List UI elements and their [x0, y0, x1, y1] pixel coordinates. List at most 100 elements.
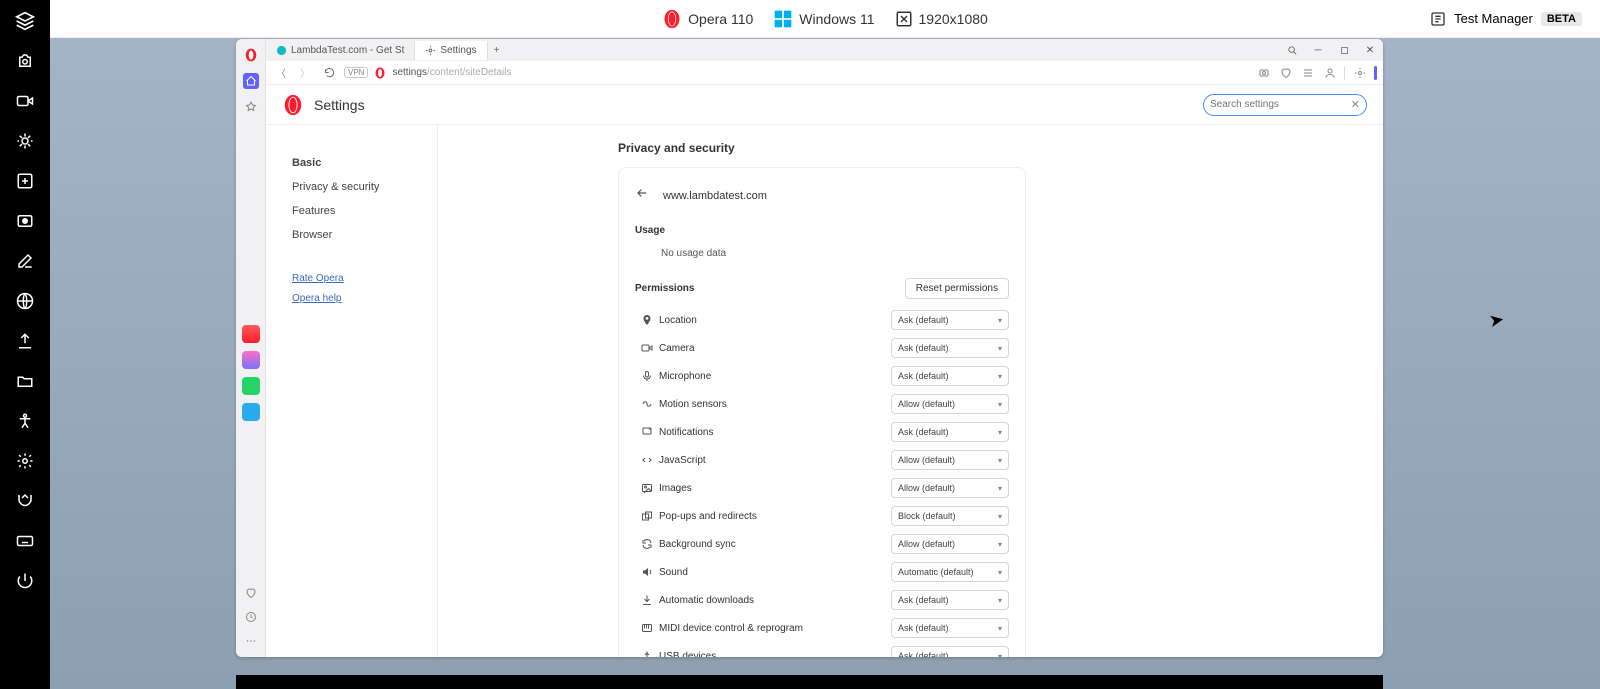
browser-label: Opera 110 — [688, 11, 753, 27]
minimize-button[interactable]: ─ — [1308, 42, 1328, 58]
os-label: Windows 11 — [799, 11, 874, 27]
switch-icon[interactable] — [14, 490, 36, 512]
nav-basic[interactable]: Basic — [292, 151, 423, 175]
usage-header: Usage — [635, 225, 1009, 236]
bookmarks-icon[interactable] — [243, 99, 259, 115]
permission-select[interactable]: Allow (default) — [891, 394, 1009, 414]
tab-settings[interactable]: Settings — [415, 41, 487, 60]
opera-logo-icon — [282, 94, 304, 116]
nav-features[interactable]: Features — [292, 199, 423, 223]
addressbar: 〈 〉 VPN settings/content/siteDetails — [266, 61, 1383, 85]
permission-label: Images — [659, 483, 891, 494]
compose-icon[interactable] — [14, 250, 36, 272]
images-icon — [635, 482, 659, 494]
usb-icon — [635, 650, 659, 657]
accessibility-icon[interactable] — [14, 410, 36, 432]
zoom-icon[interactable] — [14, 170, 36, 192]
easy-setup-icon[interactable] — [1352, 65, 1367, 80]
camera-icon — [635, 342, 659, 354]
nav-browser[interactable]: Browser — [292, 223, 423, 247]
rail-app-aria-icon[interactable] — [242, 325, 260, 343]
permission-select[interactable]: Allow (default) — [891, 534, 1009, 554]
search-tabs-icon[interactable] — [1282, 42, 1302, 58]
permission-row: Background syncAllow (default) — [635, 530, 1009, 558]
video-icon[interactable] — [14, 90, 36, 112]
maximize-button[interactable] — [1334, 42, 1354, 58]
permission-row: SoundAutomatic (default) — [635, 558, 1009, 586]
cursor-icon: ➤ — [1487, 309, 1506, 332]
permission-select[interactable]: Allow (default) — [891, 478, 1009, 498]
reload-icon[interactable] — [320, 64, 338, 82]
settings-content[interactable]: Privacy and security www.lambdatest.com … — [438, 125, 1383, 657]
permission-select[interactable]: Ask (default) — [891, 366, 1009, 386]
gear-icon[interactable] — [14, 450, 36, 472]
rail-app-whatsapp-icon[interactable] — [242, 377, 260, 395]
camera-icon[interactable] — [14, 50, 36, 72]
heart-outline-icon[interactable] — [1278, 65, 1293, 80]
permission-select[interactable]: Ask (default) — [891, 422, 1009, 442]
permission-row: LocationAsk (default) — [635, 306, 1009, 334]
permission-row: MIDI device control & reprogramAsk (defa… — [635, 614, 1009, 642]
env-topbar: Opera 110 Windows 11 1920x1080 Test Mana… — [50, 0, 1600, 38]
sync-icon — [635, 538, 659, 550]
rail-app-messenger-icon[interactable] — [242, 351, 260, 369]
reset-permissions-button[interactable]: Reset permissions — [905, 278, 1009, 299]
os-badge: Windows 11 — [773, 9, 874, 29]
speed-dial-icon[interactable] — [243, 73, 259, 89]
screenshot-icon[interactable] — [1256, 65, 1271, 80]
notif-icon — [635, 426, 659, 438]
permission-row: CameraAsk (default) — [635, 334, 1009, 362]
permission-select[interactable]: Ask (default) — [891, 310, 1009, 330]
url-display[interactable]: settings/content/siteDetails — [392, 67, 1250, 78]
permission-select[interactable]: Block (default) — [891, 506, 1009, 526]
usage-empty-text: No usage data — [635, 242, 1009, 277]
permission-label: Automatic downloads — [659, 595, 891, 606]
test-manager-label[interactable]: Test Manager — [1454, 11, 1533, 26]
permission-label: JavaScript — [659, 455, 891, 466]
permission-select[interactable]: Ask (default) — [891, 646, 1009, 657]
windows-taskbar[interactable] — [236, 675, 1383, 689]
permission-label: Pop-ups and redirects — [659, 511, 891, 522]
permission-row: NotificationsAsk (default) — [635, 418, 1009, 446]
heart-icon[interactable] — [243, 585, 259, 601]
clear-icon[interactable]: ✕ — [1351, 98, 1360, 111]
opera-help-link[interactable]: Opera help — [292, 293, 423, 304]
rail-app-telegram-icon[interactable] — [242, 403, 260, 421]
keyboard-icon[interactable] — [14, 530, 36, 552]
upload-icon[interactable] — [14, 330, 36, 352]
close-button[interactable]: ✕ — [1360, 42, 1380, 58]
permission-select[interactable]: Ask (default) — [891, 590, 1009, 610]
lambda-logo-icon[interactable] — [14, 10, 36, 32]
network-icon[interactable] — [14, 290, 36, 312]
beta-badge: BETA — [1541, 12, 1582, 26]
menu-lines-icon[interactable] — [1300, 65, 1315, 80]
more-icon[interactable] — [243, 633, 259, 649]
nav-privacy[interactable]: Privacy & security — [292, 175, 423, 199]
profile-icon[interactable] — [1322, 65, 1337, 80]
search-input[interactable] — [1210, 99, 1351, 110]
permission-row: Automatic downloadsAsk (default) — [635, 586, 1009, 614]
permission-select[interactable]: Ask (default) — [891, 618, 1009, 638]
tabstrip: LambdaTest.com - Get St Settings + ─ ✕ — [266, 39, 1383, 61]
folder-icon[interactable] — [14, 370, 36, 392]
rate-opera-link[interactable]: Rate Opera — [292, 273, 423, 284]
js-icon — [635, 454, 659, 466]
power-icon[interactable] — [14, 570, 36, 592]
nav-forward-icon[interactable]: 〉 — [296, 64, 314, 82]
lambda-sidebar — [0, 0, 50, 689]
new-tab-button[interactable]: + — [488, 41, 506, 59]
tab-lambdatest[interactable]: LambdaTest.com - Get St — [266, 41, 415, 60]
site-details-card: www.lambdatest.com Usage No usage data P… — [618, 167, 1026, 657]
opera-logo-icon[interactable] — [243, 47, 259, 63]
nav-back-icon[interactable]: 〈 — [272, 64, 290, 82]
permission-select[interactable]: Ask (default) — [891, 338, 1009, 358]
resolution-label: 1920x1080 — [919, 11, 988, 27]
vpn-badge[interactable]: VPN — [344, 67, 368, 78]
record-icon[interactable] — [14, 210, 36, 232]
history-icon[interactable] — [243, 609, 259, 625]
permission-select[interactable]: Allow (default) — [891, 450, 1009, 470]
search-settings[interactable]: ✕ — [1203, 94, 1367, 116]
bug-icon[interactable] — [14, 130, 36, 152]
permission-select[interactable]: Automatic (default) — [891, 562, 1009, 582]
back-arrow-icon[interactable] — [635, 186, 649, 205]
